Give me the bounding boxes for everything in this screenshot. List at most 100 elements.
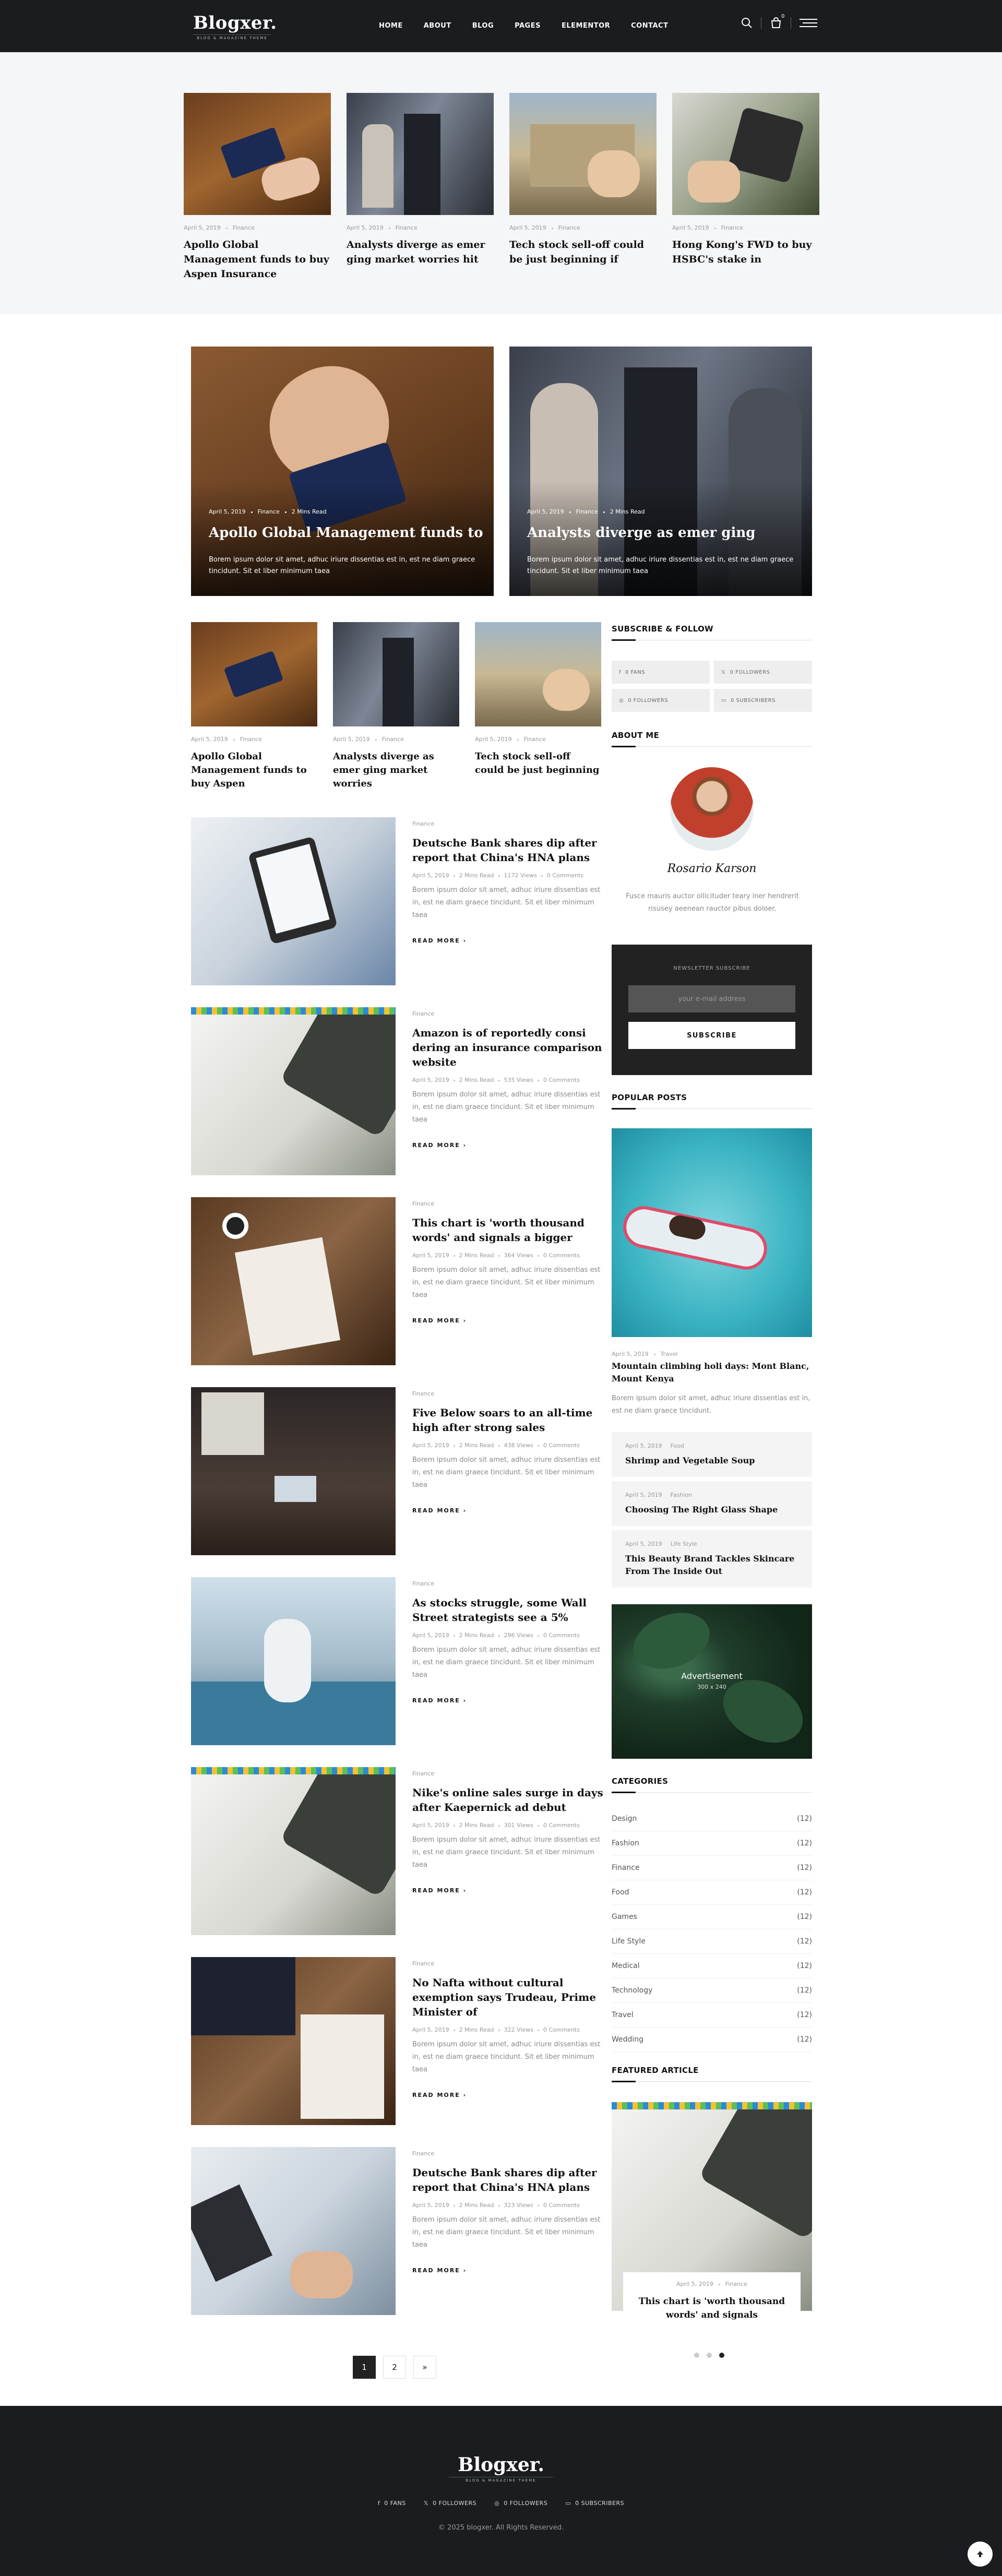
- mini-card-category[interactable]: Finance: [524, 736, 546, 743]
- category-travel[interactable]: Travel (12): [612, 2003, 812, 2028]
- popular-main-title[interactable]: Mountain climbing holi days: Mont Blanc,…: [612, 1360, 812, 1385]
- advertisement-banner[interactable]: Advertisement 300 x 240: [612, 1603, 813, 1759]
- read-more-label[interactable]: READ MORE: [412, 2092, 460, 2098]
- strip-card-category[interactable]: Finance: [233, 224, 255, 231]
- read-more-label[interactable]: READ MORE: [412, 1887, 460, 1894]
- list-item-image[interactable]: [191, 2147, 396, 2315]
- x-follow-button[interactable]: 𝕏 0 FOLLOWERS: [714, 661, 812, 684]
- youtube-subscribe-button[interactable]: ▭ 0 SUBSCRIBERS: [714, 689, 812, 712]
- strip-card[interactable]: April 5, 2019 Finance Hong Kong's FWD to …: [672, 93, 819, 267]
- footer-youtube-link[interactable]: ▭ 0 SUBSCRIBERS: [565, 2500, 624, 2507]
- nav-about[interactable]: ABOUT: [424, 22, 451, 30]
- mini-card-category[interactable]: Finance: [382, 736, 404, 743]
- list-item-comments[interactable]: 0 Comments: [543, 1632, 580, 1639]
- read-more-link[interactable]: READ MORE ›: [412, 1142, 603, 1149]
- site-logo[interactable]: Blogxer. BLOG & MAGAZINE THEME: [193, 13, 277, 40]
- list-item-comments[interactable]: 0 Comments: [543, 1077, 580, 1083]
- category-finance[interactable]: Finance (12): [612, 1856, 812, 1880]
- read-more-link[interactable]: READ MORE ›: [412, 1887, 603, 1894]
- popular-post-item[interactable]: April 5, 2019 Fashion Choosing The Right …: [612, 1481, 812, 1526]
- read-more-label[interactable]: READ MORE: [412, 937, 460, 944]
- strip-card-image[interactable]: [347, 93, 494, 215]
- popular-post-category[interactable]: Food: [671, 1442, 684, 1449]
- mini-card[interactable]: April 5, 2019 Finance Tech stock sell-off…: [475, 622, 601, 777]
- instagram-follow-button[interactable]: ◎ 0 FOLLOWERS: [612, 689, 710, 712]
- strip-card-image[interactable]: [672, 93, 819, 215]
- strip-card-title[interactable]: Hong Kong's FWD to buy HSBC's stake in: [672, 237, 819, 267]
- mini-card[interactable]: April 5, 2019 Finance Apollo Global Manag…: [191, 622, 317, 791]
- strip-card-image[interactable]: [509, 93, 657, 215]
- footer-instagram-link[interactable]: ◎ 0 FOLLOWERS: [494, 2500, 547, 2507]
- list-item-title[interactable]: Amazon is of reportedly consi dering an …: [412, 1025, 603, 1069]
- strip-card-category[interactable]: Finance: [721, 224, 743, 231]
- mini-card-title[interactable]: Apollo Global Management funds to buy As…: [191, 750, 317, 791]
- list-item-image[interactable]: [191, 1387, 396, 1555]
- list-item-title[interactable]: Deutsche Bank shares dip after report th…: [412, 836, 603, 865]
- mini-card-image[interactable]: [191, 622, 317, 726]
- featured-category[interactable]: Finance: [725, 2281, 747, 2287]
- back-to-top-button[interactable]: [968, 2542, 993, 2567]
- list-item-image[interactable]: [191, 1767, 396, 1935]
- popular-post-title[interactable]: This Beauty Brand Tackles Skincare From …: [625, 1553, 798, 1578]
- read-more-label[interactable]: READ MORE: [412, 1507, 460, 1514]
- list-item-title[interactable]: This chart is 'worth thousand words' and…: [412, 1215, 603, 1245]
- read-more-link[interactable]: READ MORE ›: [412, 1507, 603, 1514]
- list-item-comments[interactable]: 0 Comments: [547, 872, 583, 879]
- strip-card-title[interactable]: Analysts diverge as emer ging market wor…: [347, 237, 494, 267]
- read-more-link[interactable]: READ MORE ›: [412, 1317, 603, 1324]
- category-fashion[interactable]: Fashion (12): [612, 1831, 812, 1856]
- list-item[interactable]: Finance Deutsche Bank shares dip after r…: [191, 2147, 603, 2315]
- strip-card-title[interactable]: Apollo Global Management funds to buy As…: [184, 237, 331, 281]
- category-name[interactable]: Wedding: [612, 2035, 643, 2044]
- list-item-title[interactable]: As stocks struggle, some Wall Street str…: [412, 1595, 603, 1625]
- featured-article-card[interactable]: April 5, 2019 Finance This chart is 'wort…: [623, 2272, 801, 2333]
- mini-card-title[interactable]: Analysts diverge as emer ging market wor…: [333, 750, 459, 791]
- category-games[interactable]: Games (12): [612, 1905, 812, 1929]
- mini-card-title[interactable]: Tech stock sell-off could be just beginn…: [475, 750, 601, 777]
- category-life-style[interactable]: Life Style (12): [612, 1929, 812, 1954]
- popular-main-image[interactable]: [612, 1128, 812, 1337]
- footer-facebook-link[interactable]: f 0 FANS: [378, 2500, 406, 2507]
- read-more-link[interactable]: READ MORE ›: [412, 1697, 603, 1704]
- footer-x-link[interactable]: 𝕏 0 FOLLOWERS: [424, 2500, 476, 2507]
- list-item-comments[interactable]: 0 Comments: [543, 2026, 580, 2033]
- mini-card[interactable]: April 5, 2019 Finance Analysts diverge as…: [333, 622, 459, 791]
- mini-card-category[interactable]: Finance: [240, 736, 262, 743]
- category-design[interactable]: Design (12): [612, 1807, 812, 1831]
- carousel-dot[interactable]: [707, 2353, 712, 2358]
- read-more-label[interactable]: READ MORE: [412, 1142, 460, 1149]
- list-item-image[interactable]: [191, 1007, 396, 1175]
- category-name[interactable]: Life Style: [612, 1937, 646, 1946]
- page-2-button[interactable]: 2: [383, 2356, 406, 2379]
- read-more-link[interactable]: READ MORE ›: [412, 2267, 603, 2274]
- strip-card[interactable]: April 5, 2019 Finance Analysts diverge as…: [347, 93, 494, 267]
- popular-post-category[interactable]: Fashion: [671, 1492, 693, 1498]
- category-name[interactable]: Technology: [612, 1986, 652, 1995]
- list-item-title[interactable]: Deutsche Bank shares dip after report th…: [412, 2165, 603, 2195]
- list-item[interactable]: Finance Nike's online sales surge in day…: [191, 1767, 603, 1935]
- list-item-category[interactable]: Finance: [412, 1580, 603, 1587]
- list-item[interactable]: Finance This chart is 'worth thousand wo…: [191, 1197, 603, 1365]
- read-more-label[interactable]: READ MORE: [412, 1697, 460, 1704]
- mini-card-image[interactable]: [475, 622, 601, 726]
- list-item-category[interactable]: Finance: [412, 1200, 603, 1207]
- popular-post-title[interactable]: Choosing The Right Glass Shape: [625, 1504, 798, 1516]
- list-item[interactable]: Finance No Nafta without cultural exempt…: [191, 1957, 603, 2125]
- list-item-category[interactable]: Finance: [412, 2150, 603, 2157]
- list-item-title[interactable]: No Nafta without cultural exemption says…: [412, 1975, 603, 2019]
- hero-post[interactable]: April 5, 2019 Finance 2 Mins Read Apollo G…: [191, 347, 494, 596]
- list-item-category[interactable]: Finance: [412, 1390, 603, 1397]
- list-item-image[interactable]: [191, 817, 396, 985]
- strip-card[interactable]: April 5, 2019 Finance Tech stock sell-off…: [509, 93, 657, 267]
- facebook-follow-button[interactable]: f0 FANS: [612, 661, 710, 684]
- popular-post-category[interactable]: Life Style: [671, 1541, 697, 1547]
- list-item[interactable]: Finance Amazon is of reportedly consi de…: [191, 1007, 603, 1175]
- list-item-category[interactable]: Finance: [412, 1770, 603, 1777]
- hero-title[interactable]: Apollo Global Management funds to: [209, 525, 483, 541]
- footer-logo[interactable]: Blogxer. BLOG & MAGAZINE THEME: [449, 2454, 553, 2483]
- category-name[interactable]: Fashion: [612, 1839, 639, 1847]
- hero-category[interactable]: Finance: [576, 508, 598, 515]
- nav-pages[interactable]: PAGES: [515, 22, 541, 30]
- category-name[interactable]: Travel: [612, 2011, 634, 2019]
- search-icon[interactable]: [741, 17, 753, 29]
